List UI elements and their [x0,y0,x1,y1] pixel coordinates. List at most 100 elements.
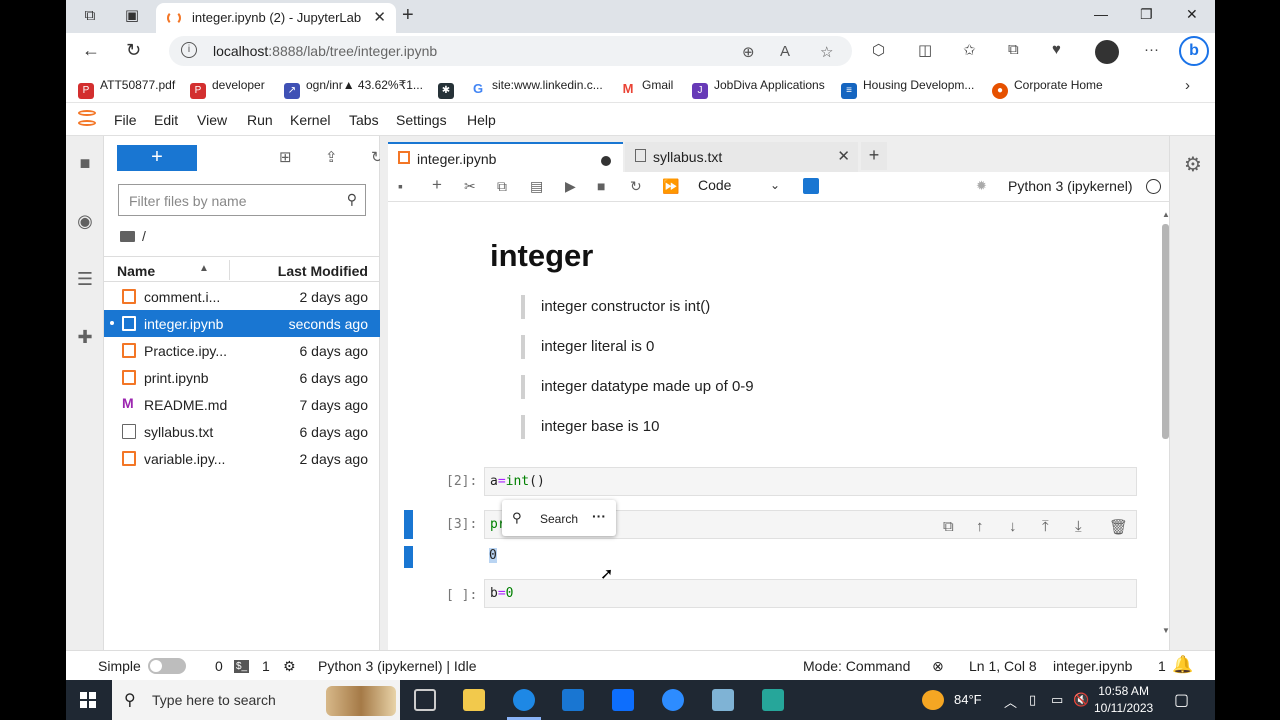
minimize-icon[interactable]: — [1094,6,1108,22]
run-all-icon[interactable]: ⏩ [662,178,679,195]
bookmark-5[interactable]: J JobDiva Applications [692,78,825,99]
file-row[interactable]: print.ipynb 6 days ago [104,364,380,391]
code-cell[interactable]: b=0 [484,579,1137,608]
tray-device-icon[interactable]: ▯ [1029,692,1036,708]
save-icon[interactable]: ▪ [398,178,403,194]
notification-count[interactable]: 1 [1158,658,1166,674]
favorite-star-icon[interactable]: ☆ [820,43,833,61]
bookmark-7[interactable]: ● Corporate Home [992,78,1103,99]
extensions-icon[interactable]: ⬡ [872,41,885,59]
extension-manager-puzzle-icon[interactable]: ✚ [75,327,95,347]
kernel-status-text[interactable]: Python 3 (ipykernel) | Idle [318,658,477,674]
add-tab-icon[interactable]: + [861,142,887,170]
windows-start-icon[interactable] [80,692,96,708]
menu-tabs[interactable]: Tabs [349,112,379,128]
delete-cell-icon[interactable]: 🗑 [1109,518,1128,536]
move-up-icon[interactable]: ↑ [976,518,984,535]
active-cell-collapser[interactable] [404,510,413,539]
scroll-up-arrow-icon[interactable]: ▲ [1162,210,1169,219]
file-row[interactable]: M README.md 7 days ago [104,391,380,418]
notebook-scrollbar[interactable]: ▲ ▼ [1162,210,1169,635]
terminal-icon[interactable]: $_ [234,660,250,673]
browser-tab-jupyterlab[interactable]: integer.ipynb (2) - JupyterLab ✕ [156,3,396,33]
stop-icon[interactable]: ■ [597,178,605,194]
taskbar-clock[interactable]: 10:58 AM 10/11/2023 [1094,683,1153,717]
weather-sun-icon[interactable] [922,690,944,710]
debugger-bug-icon[interactable]: ✹ [976,178,987,194]
bell-icon[interactable]: 🔔 [1172,655,1193,675]
collections-icon[interactable]: ⧉ [1008,41,1019,58]
network-icon[interactable]: ▭ [1051,692,1063,708]
bookmark-6[interactable]: ≡ Housing Developm... [841,78,974,99]
file-row[interactable]: comment.i... 2 days ago [104,283,380,310]
weather-temp[interactable]: 84°F [954,692,982,707]
output-collapser[interactable] [404,546,413,568]
cut-icon[interactable]: ✂ [464,178,476,195]
taskbar-search-box[interactable]: ⚲ Type here to search [112,680,400,720]
file-browser-folder-icon[interactable]: ■ [75,153,95,173]
trusted-shield-icon[interactable]: ⊗ [932,658,944,675]
split-screen-icon[interactable]: ◫ [918,41,932,59]
new-launcher-button[interactable]: + [117,145,197,171]
bookmark-1[interactable]: Pdeveloper [190,78,265,99]
duplicate-cell-icon[interactable]: ⧉ [943,518,954,535]
performance-icon[interactable]: ♥ [1052,41,1061,58]
tray-chevron-icon[interactable]: ︿ [1004,692,1017,711]
notepad-icon[interactable] [712,689,734,711]
run-icon[interactable]: ▶ [565,178,576,195]
tab-syllabus[interactable]: syllabus.txt ✕ [625,142,858,172]
store-icon[interactable] [562,689,584,711]
tab-actions-icon[interactable]: ▣ [122,6,142,26]
bookmarks-more-chevron-icon[interactable]: › [1185,77,1190,94]
popup-search-button[interactable]: Search [540,512,578,526]
menu-kernel[interactable]: Kernel [290,112,330,128]
popup-more-icon[interactable]: ··· [592,508,606,524]
simple-mode-toggle[interactable] [148,658,186,674]
tab-integer-notebook[interactable]: integer.ipynb [388,142,623,172]
terminals-count[interactable]: 0 [215,658,223,674]
bookmark-3[interactable]: Gsite:www.linkedin.c... [470,78,603,97]
file-row[interactable]: syllabus.txt 6 days ago [104,418,380,445]
chevron-down-icon[interactable]: ⌄ [770,178,780,192]
filter-files-input[interactable]: Filter files by name ⚲ [118,184,366,216]
file-row-selected[interactable]: integer.ipynb seconds ago [104,310,380,337]
zoom-app-icon[interactable] [662,689,684,711]
kernel-name[interactable]: Python 3 (ipykernel) [1008,178,1133,194]
move-down-icon[interactable]: ↓ [1009,518,1017,535]
running-kernels-icon[interactable]: ◉ [75,211,95,231]
workspaces-icon[interactable]: ⧉ [80,6,100,26]
table-of-contents-icon[interactable]: ☰ [75,269,95,289]
kernel-gear-icon[interactable]: ⚙ [283,658,296,675]
column-name-header[interactable]: Name [117,263,155,279]
menu-view[interactable]: View [197,112,227,128]
bookmark-2[interactable]: ↗ ogn/inr▲ 43.62%₹1... [284,78,423,99]
bookmark-0[interactable]: P ATT50877.pdf [78,78,175,99]
url-field[interactable]: i localhost:8888/lab/tree/integer.ipynb … [169,36,852,66]
profile-avatar[interactable] [1095,40,1119,64]
favorites-icon[interactable]: ✩ [963,41,976,59]
code-cell[interactable]: a=int() [484,467,1137,496]
task-view-icon[interactable] [414,689,436,711]
file-explorer-icon[interactable] [463,689,485,711]
file-row[interactable]: Practice.ipy... 6 days ago [104,337,380,364]
mail-icon[interactable] [612,689,634,711]
edge-icon[interactable] [513,689,535,711]
column-separator[interactable] [229,260,230,280]
unsaved-dot-icon[interactable] [601,156,611,166]
property-inspector-gears-icon[interactable]: ⚙ [1184,152,1202,177]
cursor-position[interactable]: Ln 1, Col 8 [969,658,1037,674]
maximize-icon[interactable]: ❐ [1140,6,1153,23]
bookmark-gear[interactable]: ✱ [438,78,460,99]
menu-settings[interactable]: Settings [396,112,447,128]
back-icon[interactable]: ← [82,40,100,61]
insert-below-icon[interactable]: ⤓ [1075,518,1082,535]
bing-copilot-icon[interactable]: b [1179,36,1209,66]
upload-icon[interactable]: ⇪ [325,148,338,166]
volume-muted-icon[interactable]: 🔇 [1073,692,1089,708]
copy-icon[interactable]: ⧉ [497,178,507,195]
notifications-icon[interactable]: ▢ [1174,690,1189,710]
close-tab-icon[interactable]: ✕ [837,147,850,165]
new-folder-icon[interactable]: ⊞ [279,148,292,166]
notebook-content[interactable]: integer integer constructor is int() int… [388,202,1169,650]
new-tab-icon[interactable]: + [402,4,414,27]
